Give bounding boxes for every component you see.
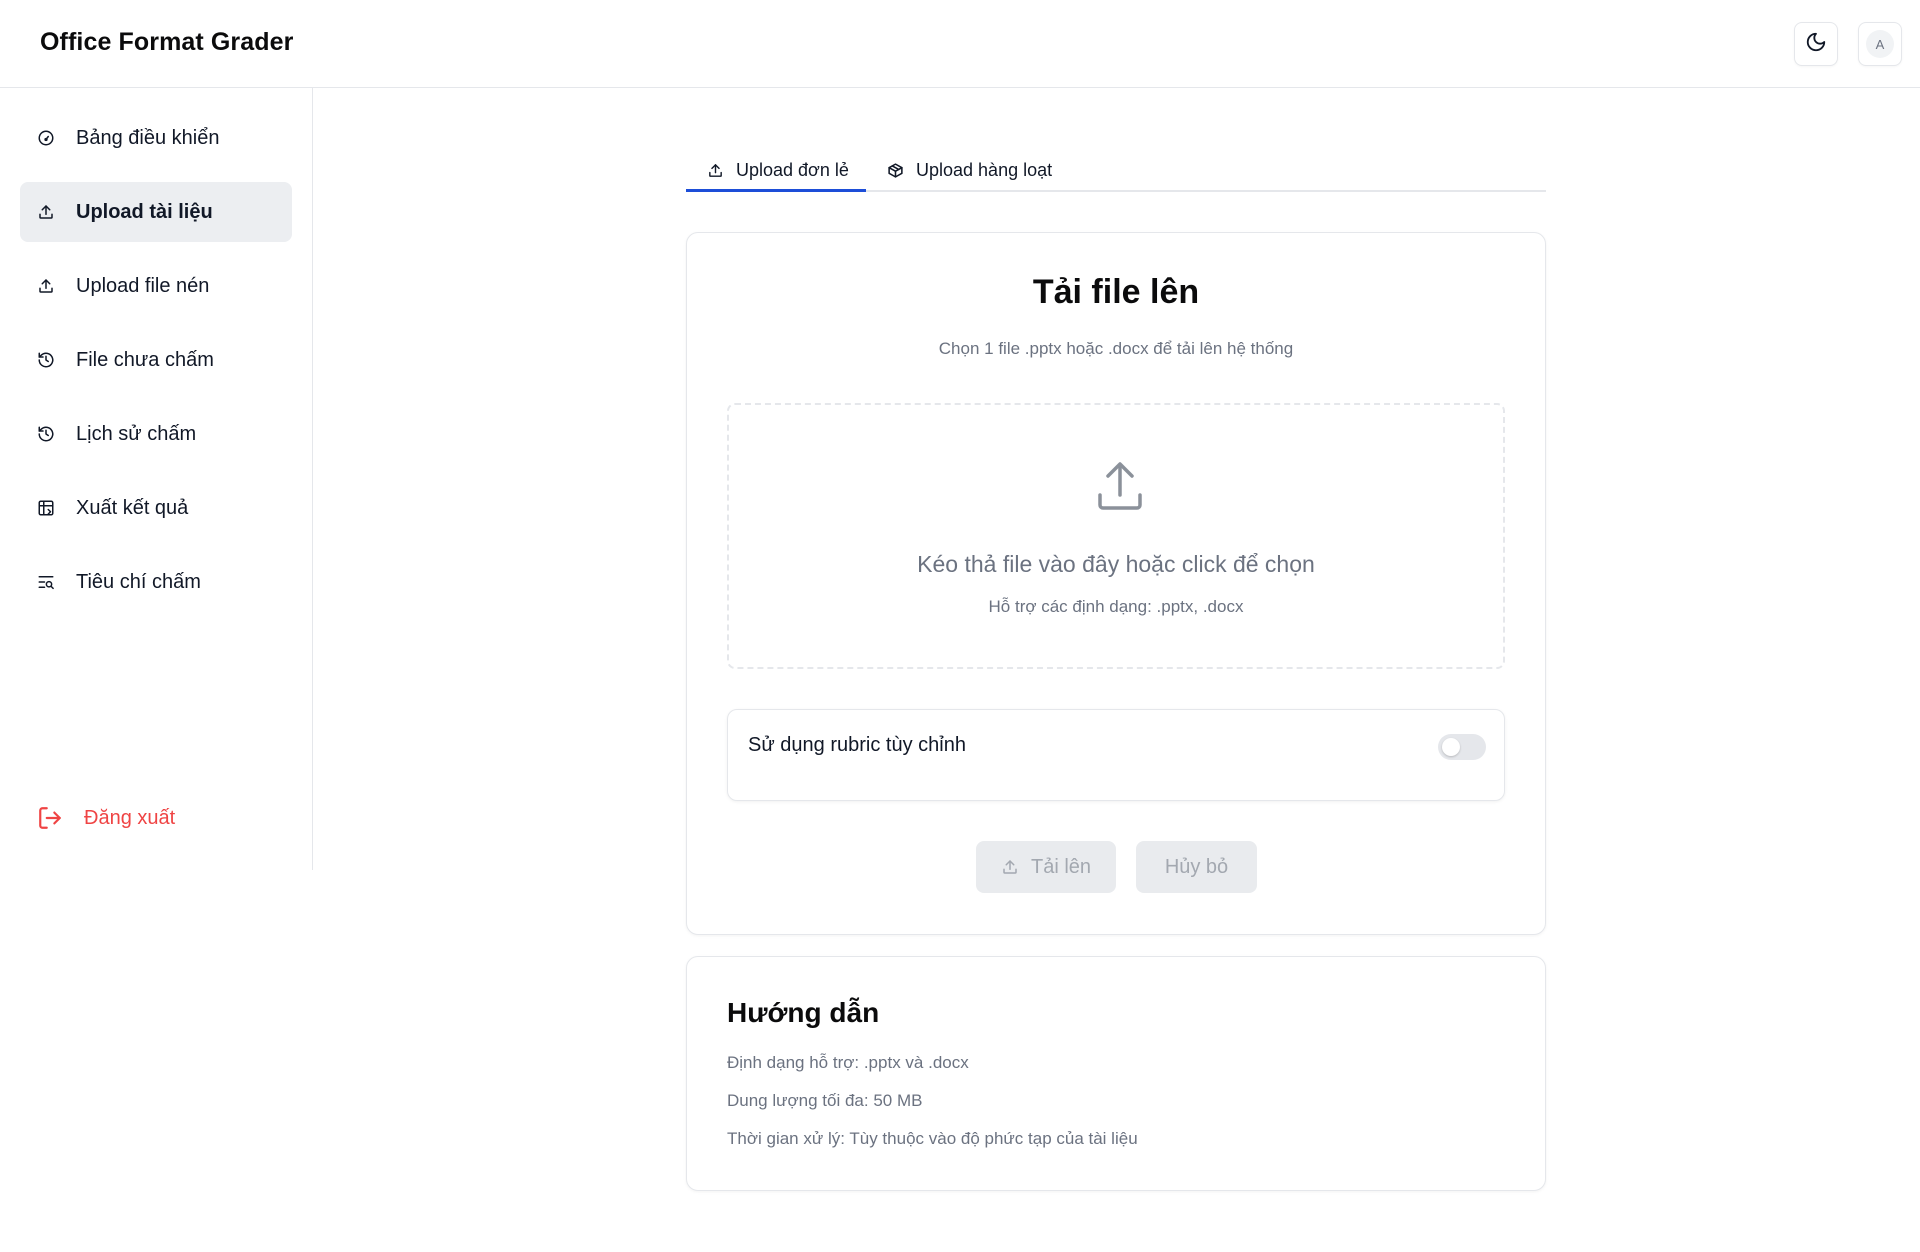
upload-card: Tải file lên Chọn 1 file .pptx hoặc .doc… (686, 232, 1546, 935)
sidebar-item-ungraded-files[interactable]: File chưa chấm (20, 330, 292, 390)
sidebar-item-grading-history[interactable]: Lịch sử chấm (20, 404, 292, 464)
upload-icon (36, 276, 56, 296)
sidebar-item-grading-criteria[interactable]: Tiêu chí chấm (20, 552, 292, 612)
sidebar: Bảng điều khiển Upload tài liệu Upload f… (0, 88, 313, 870)
tab-single-upload[interactable]: Upload đơn lẻ (706, 148, 849, 192)
table-icon (36, 498, 56, 518)
sidebar-item-label: Xuất kết quả (76, 496, 189, 519)
guide-line: Dung lượng tối đa: 50 MB (727, 1091, 923, 1110)
moon-icon (1805, 31, 1827, 58)
custom-rubric-toggle[interactable] (1438, 734, 1486, 760)
guide-card: Hướng dẫn Định dạng hỗ trợ: .pptx và .do… (686, 956, 1546, 1191)
file-dropzone[interactable]: Kéo thả file vào đây hoặc click để chọn … (727, 403, 1505, 669)
tab-label: Upload hàng loạt (916, 159, 1053, 180)
history-icon (36, 424, 56, 444)
history-icon (36, 350, 56, 370)
dropzone-text: Kéo thả file vào đây hoặc click để chọn (917, 551, 1315, 577)
sidebar-item-upload-document[interactable]: Upload tài liệu (20, 182, 292, 242)
custom-rubric-label: Sử dụng rubric tùy chỉnh (748, 734, 966, 756)
tab-label: Upload đơn lẻ (736, 159, 849, 180)
logout-icon (36, 804, 64, 832)
sidebar-item-label: Upload file nén (76, 274, 210, 297)
sidebar-item-label: Lịch sử chấm (76, 422, 197, 445)
guide-line: Định dạng hỗ trợ: .pptx và .docx (727, 1053, 969, 1072)
user-menu-button[interactable]: A (1858, 22, 1902, 66)
upload-icon (1096, 461, 1144, 513)
upload-icon (36, 202, 56, 222)
upload-card-title: Tải file lên (1032, 273, 1200, 311)
upload-icon (1001, 858, 1019, 876)
upload-button[interactable]: Tải lên (976, 841, 1116, 893)
sidebar-item-label: Bảng điều khiển (76, 126, 220, 149)
sidebar-item-upload-archive[interactable]: Upload file nén (20, 256, 292, 316)
sidebar-item-dashboard[interactable]: Bảng điều khiển (20, 108, 292, 168)
custom-rubric-panel: Sử dụng rubric tùy chỉnh (727, 709, 1505, 801)
sidebar-item-label: Upload tài liệu (76, 200, 213, 223)
tab-batch-upload[interactable]: Upload hàng loạt (886, 148, 1052, 192)
dropzone-hint: Hỗ trợ các định dạng: .pptx, .docx (988, 597, 1244, 616)
toggle-knob (1442, 738, 1460, 756)
upload-mode-tabs: Upload đơn lẻ Upload hàng loạt (686, 148, 1546, 192)
upload-button-label: Tải lên (1030, 855, 1092, 878)
upload-icon (706, 161, 724, 179)
theme-toggle-button[interactable] (1794, 22, 1838, 66)
sidebar-item-label: File chưa chấm (76, 348, 214, 371)
cancel-button[interactable]: Hủy bỏ (1136, 841, 1257, 893)
cancel-button-label: Hủy bỏ (1164, 855, 1229, 878)
avatar: A (1866, 30, 1894, 58)
package-icon (886, 161, 904, 179)
text-search-icon (36, 572, 56, 592)
logout-label: Đăng xuất (84, 806, 176, 829)
top-header: Office Format Grader A (0, 0, 1920, 88)
guide-title: Hướng dẫn (727, 997, 880, 1028)
gauge-icon (36, 128, 56, 148)
sidebar-item-export-results[interactable]: Xuất kết quả (20, 478, 292, 538)
app-title: Office Format Grader (40, 28, 294, 56)
sidebar-item-label: Tiêu chí chấm (76, 570, 201, 593)
active-tab-indicator (686, 189, 866, 192)
upload-card-subtitle: Chọn 1 file .pptx hoặc .docx để tải lên … (938, 339, 1294, 358)
logout-button[interactable]: Đăng xuất (36, 804, 175, 832)
guide-line: Thời gian xử lý: Tùy thuộc vào độ phức t… (727, 1129, 1138, 1148)
